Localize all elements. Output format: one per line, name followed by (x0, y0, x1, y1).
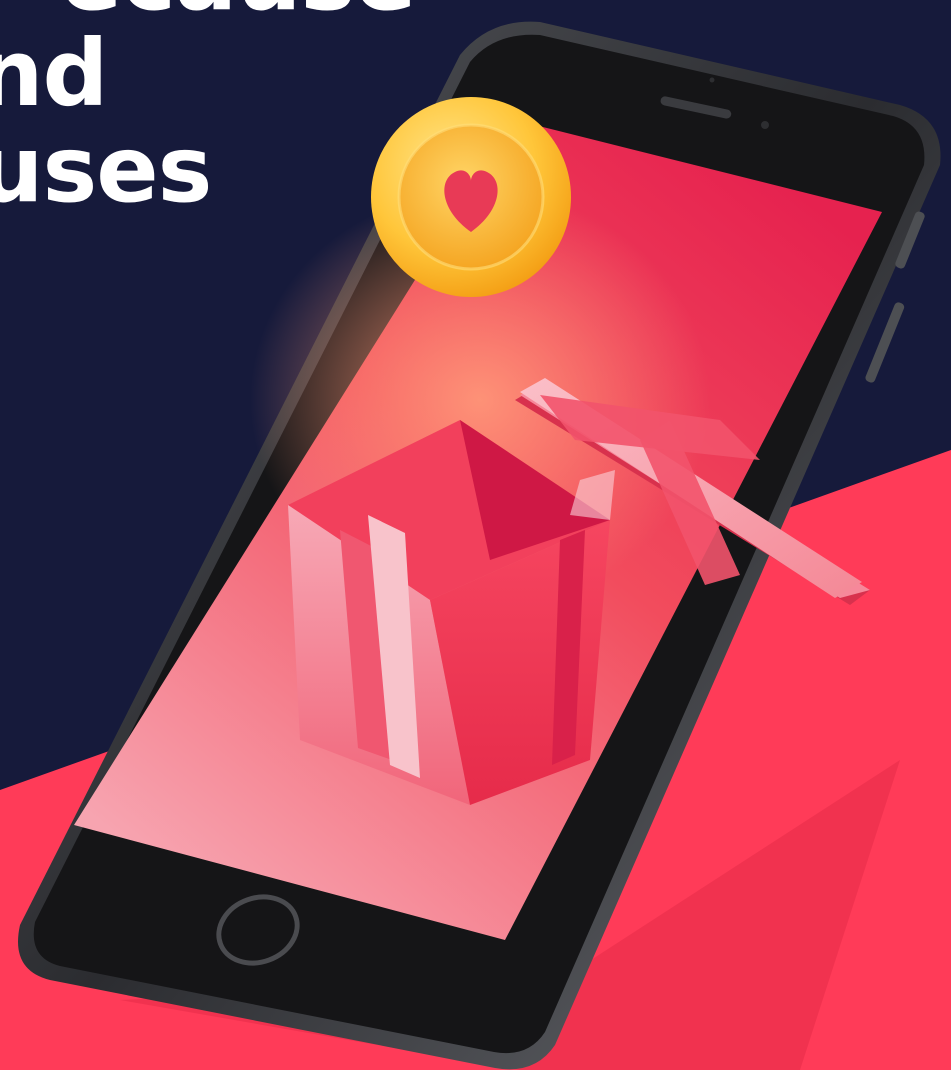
hero-headline: ecause nd uses (0, 0, 417, 223)
front-camera (761, 121, 769, 129)
hero-stage: ecause nd uses (0, 0, 951, 1070)
sensor-dot (709, 77, 715, 83)
headline-line-2: nd (0, 20, 108, 127)
headline-line-3: uses (0, 116, 212, 223)
headline-line-1: ecause (60, 0, 417, 26)
